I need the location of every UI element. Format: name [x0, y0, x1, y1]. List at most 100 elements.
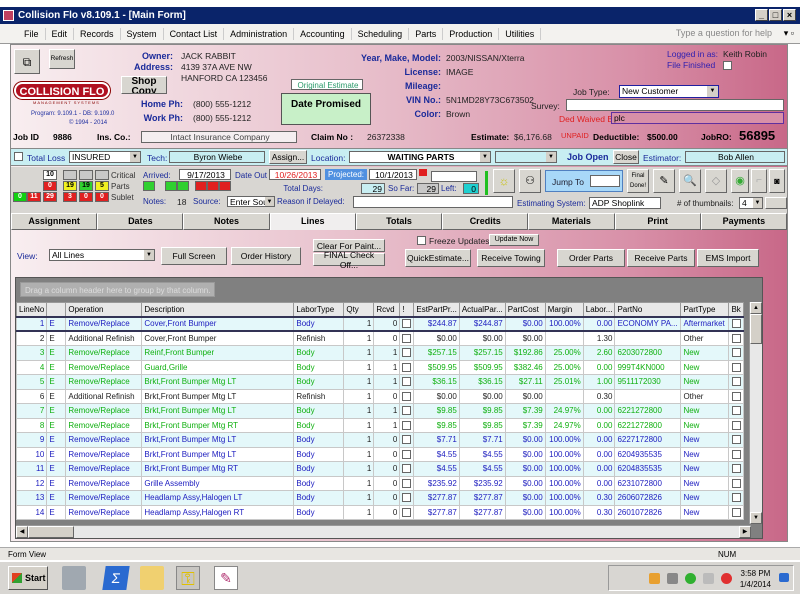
table-row[interactable]: 5 E Remove/Replace Brkt,Front Bumper Mtg LT…: [15, 374, 744, 390]
cell-line-no[interactable]: 6: [15, 388, 48, 404]
cell-line-no[interactable]: 9: [15, 432, 48, 448]
cell-actual-part-price[interactable]: $244.87: [458, 315, 506, 332]
cell-description[interactable]: Headlamp Assy,Halogen RT: [141, 504, 295, 520]
cell-line-type[interactable]: E: [46, 417, 67, 433]
cell-labor-hours[interactable]: 0.00: [582, 403, 616, 419]
menu-system[interactable]: System: [121, 27, 164, 40]
cell-part-no[interactable]: 6204935535: [614, 446, 682, 462]
estimator-field[interactable]: Bob Allen: [685, 151, 785, 163]
cell-part-cost[interactable]: $0.00: [504, 504, 546, 520]
ded-waived-field[interactable]: plc: [611, 112, 784, 124]
explorer-folder-icon[interactable]: [140, 566, 164, 590]
cell-bk-checkbox[interactable]: [728, 403, 744, 419]
cell-part-type[interactable]: Other: [680, 330, 730, 346]
cell-part-type[interactable]: New: [680, 345, 730, 361]
cell-operation[interactable]: Remove/Replace: [65, 446, 143, 462]
cell-qty[interactable]: 1: [343, 374, 375, 390]
cell-labor-type[interactable]: Body: [293, 374, 345, 390]
cell-description[interactable]: Cover,Front Bumper: [141, 330, 295, 346]
cell-description[interactable]: Brkt,Front Bumper Mtg RT: [141, 461, 295, 477]
cell-margin[interactable]: 100.00%: [544, 461, 584, 477]
tray-display-icon[interactable]: [667, 573, 678, 584]
cell-labor-type[interactable]: Body: [293, 359, 345, 375]
checkbox[interactable]: [731, 362, 741, 372]
cell-qty[interactable]: 1: [343, 330, 375, 346]
cell-flag-checkbox[interactable]: [399, 504, 415, 520]
cell-operation[interactable]: Additional Refinish: [65, 330, 143, 346]
cell-part-type[interactable]: New: [680, 374, 730, 390]
table-row[interactable]: 2 E Additional Refinish Cover,Front Bumper R…: [15, 330, 744, 346]
cell-labor-hours[interactable]: 0.30: [582, 504, 616, 520]
tray-device-icon[interactable]: [703, 573, 714, 584]
cell-part-no[interactable]: [614, 388, 682, 404]
cell-labor-hours[interactable]: 0.30: [582, 388, 616, 404]
cell-description[interactable]: Brkt,Front Bumper Mtg LT: [141, 403, 295, 419]
cell-qty[interactable]: 1: [343, 359, 375, 375]
cell-flag-checkbox[interactable]: [399, 359, 415, 375]
checkbox[interactable]: [731, 420, 741, 430]
cell-line-no[interactable]: 5: [15, 374, 48, 390]
cell-line-no[interactable]: 7: [15, 403, 48, 419]
cell-description[interactable]: Guard,Grille: [141, 359, 295, 375]
cell-part-no[interactable]: 6204835535: [614, 461, 682, 477]
menu-contact-list[interactable]: Contact List: [164, 27, 225, 40]
cell-operation[interactable]: Remove/Replace: [65, 315, 143, 332]
cell-operation[interactable]: Remove/Replace: [65, 345, 143, 361]
cell-bk-checkbox[interactable]: [728, 417, 744, 433]
chevron-down-icon[interactable]: ▼: [130, 152, 140, 162]
view-select[interactable]: All Lines ▼: [49, 249, 155, 261]
cell-line-no[interactable]: 10: [15, 446, 48, 462]
cell-est-part-price[interactable]: $277.87: [413, 490, 460, 506]
cell-received[interactable]: 1: [373, 374, 401, 390]
jump-to-field[interactable]: [590, 175, 620, 187]
frame-button[interactable]: ⌐: [751, 169, 767, 193]
cell-flag-checkbox[interactable]: [399, 403, 415, 419]
column-header[interactable]: [46, 302, 67, 317]
cell-operation[interactable]: Remove/Replace: [65, 490, 143, 506]
cell-qty[interactable]: 1: [343, 475, 375, 491]
cell-line-no[interactable]: 11: [15, 461, 48, 477]
checkbox[interactable]: [402, 406, 412, 416]
cell-qty[interactable]: 1: [343, 504, 375, 520]
chevron-down-icon[interactable]: ▼: [546, 152, 556, 162]
checkbox[interactable]: [731, 507, 741, 517]
chevron-down-icon[interactable]: ▼: [753, 198, 762, 208]
thumbnails-select[interactable]: 4 ▼: [739, 197, 763, 209]
shop-copy-button[interactable]: Shop Copy: [121, 76, 167, 94]
cell-flag-checkbox[interactable]: [399, 432, 415, 448]
cell-margin[interactable]: 100.00%: [544, 432, 584, 448]
cell-part-no[interactable]: 999T4KN000: [614, 359, 682, 375]
freeze-updates-checkbox[interactable]: [417, 236, 426, 245]
cell-flag-checkbox[interactable]: [399, 345, 415, 361]
chevron-down-icon[interactable]: ▼: [144, 250, 154, 260]
cell-actual-part-price[interactable]: $509.95: [458, 359, 506, 375]
windows-button[interactable]: ⧉: [14, 49, 40, 74]
cell-operation[interactable]: Remove/Replace: [65, 374, 143, 390]
cell-part-cost[interactable]: $0.00: [504, 330, 546, 346]
cell-bk-checkbox[interactable]: [728, 475, 744, 491]
column-header[interactable]: Description: [141, 302, 295, 317]
cell-actual-part-price[interactable]: $4.55: [458, 461, 506, 477]
cell-labor-type[interactable]: Refinish: [293, 388, 345, 404]
final-done-button[interactable]: Final Done!: [627, 169, 649, 193]
checkbox[interactable]: [402, 420, 412, 430]
chevron-down-icon[interactable]: ▼: [707, 86, 718, 97]
cell-qty[interactable]: 1: [343, 461, 375, 477]
cell-labor-hours[interactable]: 2.60: [582, 345, 616, 361]
cell-line-no[interactable]: 4: [15, 359, 48, 375]
projected-field[interactable]: 10/1/2013: [369, 169, 417, 180]
cell-part-no[interactable]: 9511172030: [614, 374, 682, 390]
file-finished-checkbox[interactable]: [723, 61, 732, 70]
cell-part-cost[interactable]: $0.00: [504, 446, 546, 462]
extra-date-field[interactable]: [431, 171, 477, 182]
column-header[interactable]: PartCost: [504, 302, 546, 317]
cell-description[interactable]: Brkt,Front Bumper Mtg LT: [141, 446, 295, 462]
checkbox[interactable]: [731, 377, 741, 387]
cell-part-cost[interactable]: $0.00: [504, 432, 546, 448]
table-row[interactable]: 3 E Remove/Replace Reinf,Front Bumper Body 1 1…: [15, 345, 744, 361]
checkbox[interactable]: [402, 435, 412, 445]
cell-part-no[interactable]: ECONOMY PA...: [614, 315, 682, 332]
scroll-down-button[interactable]: ▼: [750, 512, 762, 524]
cell-received[interactable]: 0: [373, 432, 401, 448]
cell-description[interactable]: Grille Assembly: [141, 475, 295, 491]
